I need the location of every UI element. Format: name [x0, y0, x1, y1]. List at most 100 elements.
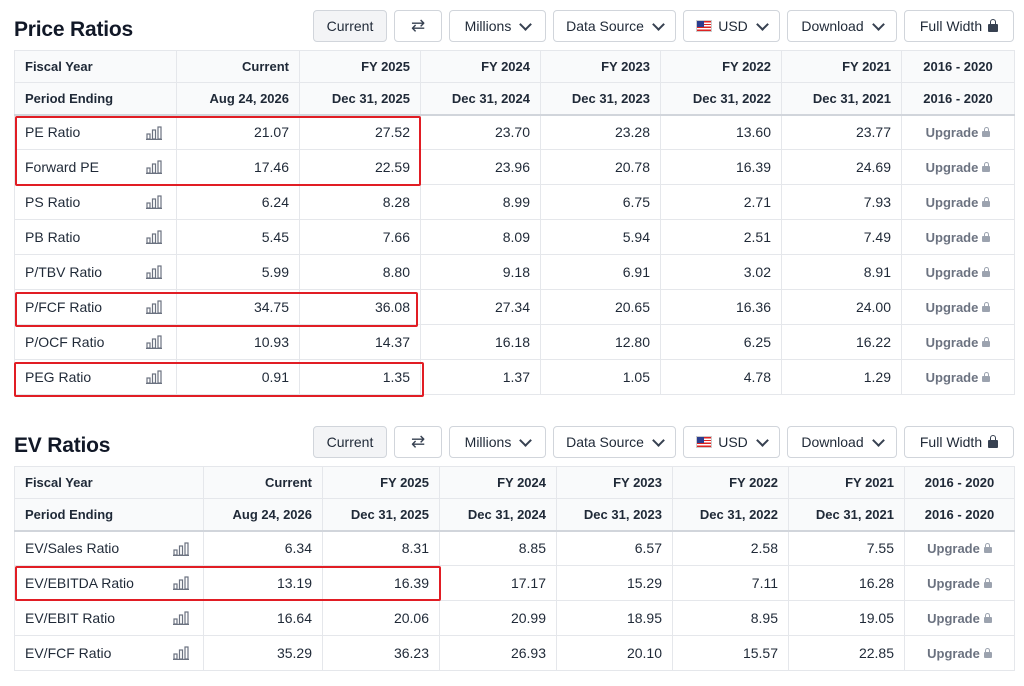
bar-chart-icon[interactable] [173, 646, 189, 660]
row-label: PS Ratio [25, 194, 81, 210]
bar-chart-icon[interactable] [146, 230, 162, 244]
value-cell: 16.22 [781, 324, 902, 360]
header-cell: Aug 24, 2026 [203, 498, 323, 532]
upgrade-link[interactable]: Upgrade [901, 254, 1015, 290]
value-cell: 23.96 [420, 149, 541, 185]
header-cell: Dec 31, 2024 [420, 82, 541, 116]
swap-button[interactable]: ⇄ [394, 10, 442, 42]
download-dropdown[interactable]: Download [787, 426, 897, 458]
row-label-cell: Forward PE [14, 149, 177, 185]
chevron-down-icon [871, 17, 885, 31]
bar-chart-icon[interactable] [173, 576, 189, 590]
value-cell: 6.24 [176, 184, 300, 220]
value-cell: 3.02 [660, 254, 782, 290]
currency-dropdown[interactable]: USD [683, 426, 780, 458]
row-label-cell: EV/FCF Ratio [14, 635, 204, 671]
upgrade-label: Upgrade [927, 611, 980, 627]
full-width-button[interactable]: Full Width [904, 10, 1014, 42]
upgrade-link[interactable]: Upgrade [901, 114, 1015, 150]
value-cell: 1.05 [540, 359, 661, 395]
header-cell: FY 2021 [788, 466, 905, 499]
download-label: Download [801, 434, 864, 450]
price-ratios-header: Price Ratios Current ⇄ Millions Data Sou… [14, 10, 1014, 48]
millions-dropdown[interactable]: Millions [449, 10, 546, 42]
bar-chart-icon[interactable] [146, 370, 162, 384]
lock-icon [982, 162, 991, 173]
upgrade-link[interactable]: Upgrade [901, 289, 1015, 325]
row-label-cell: EV/EBITDA Ratio [14, 565, 204, 601]
upgrade-label: Upgrade [925, 195, 979, 211]
value-cell: 13.19 [203, 565, 323, 601]
bar-chart-icon[interactable] [173, 541, 189, 556]
download-dropdown[interactable]: Download [787, 10, 897, 42]
value-cell: 16.36 [660, 289, 782, 325]
row-label-cell: P/TBV Ratio [14, 254, 177, 290]
value-cell: 13.60 [660, 114, 782, 150]
bar-chart-icon[interactable] [146, 195, 162, 209]
value-cell: 0.91 [176, 359, 300, 395]
data-source-label: Data Source [566, 434, 644, 450]
full-width-button[interactable]: Full Width [904, 426, 1014, 458]
bar-chart-icon[interactable] [173, 611, 189, 625]
bar-chart-icon[interactable] [146, 265, 162, 279]
value-cell: 34.75 [176, 289, 300, 325]
upgrade-label: Upgrade [925, 125, 979, 141]
header-cell: Dec 31, 2023 [556, 498, 673, 532]
header-cell: Dec 31, 2022 [672, 498, 789, 532]
bar-chart-icon[interactable] [146, 300, 162, 314]
data-source-dropdown[interactable]: Data Source [553, 426, 676, 458]
value-cell: 6.91 [540, 254, 661, 290]
header-cell: Dec 31, 2022 [660, 82, 782, 116]
value-cell: 20.10 [556, 635, 673, 671]
value-cell: 8.28 [299, 184, 421, 220]
value-cell: 1.37 [420, 359, 541, 395]
value-cell: 5.94 [540, 219, 661, 255]
swap-button[interactable]: ⇄ [394, 426, 442, 458]
value-cell: 7.93 [781, 184, 902, 220]
value-cell: 5.99 [176, 254, 300, 290]
value-cell: 24.69 [781, 149, 902, 185]
value-cell: 2.71 [660, 184, 782, 220]
upgrade-link[interactable]: Upgrade [904, 600, 1015, 636]
upgrade-link[interactable]: Upgrade [901, 219, 1015, 255]
value-cell: 4.78 [660, 359, 782, 395]
table-header-row: Period Ending Aug 24, 2026 Dec 31, 2025 … [14, 82, 1015, 116]
value-cell: 1.35 [299, 359, 421, 395]
lock-icon [983, 613, 992, 624]
current-button[interactable]: Current [313, 426, 387, 458]
swap-icon: ⇄ [410, 432, 426, 451]
table-header-row: Fiscal Year Current FY 2025 FY 2024 FY 2… [14, 466, 1015, 499]
current-button[interactable]: Current [313, 10, 387, 42]
page-title: Price Ratios [14, 18, 133, 41]
row-label: P/TBV Ratio [25, 264, 103, 280]
table-row: PE Ratio 21.07 27.52 23.70 23.28 13.60 23.77 Up… [14, 114, 1015, 150]
currency-dropdown[interactable]: USD [683, 10, 780, 42]
value-cell: 8.95 [672, 600, 789, 636]
upgrade-link[interactable]: Upgrade [904, 565, 1015, 601]
full-width-label: Full Width [919, 18, 983, 34]
bar-chart-icon[interactable] [146, 335, 162, 349]
value-cell: 16.28 [788, 565, 905, 601]
value-cell: 20.06 [322, 600, 440, 636]
value-cell: 22.85 [788, 635, 905, 671]
header-cell: FY 2022 [672, 466, 789, 499]
upgrade-link[interactable]: Upgrade [901, 359, 1015, 395]
bar-chart-icon[interactable] [146, 160, 162, 174]
upgrade-link[interactable]: Upgrade [901, 324, 1015, 360]
row-label-cell: PB Ratio [14, 219, 177, 255]
row-label: P/FCF Ratio [25, 299, 103, 315]
upgrade-link[interactable]: Upgrade [901, 149, 1015, 185]
lock-icon [982, 302, 991, 313]
full-width-label: Full Width [919, 434, 983, 450]
upgrade-link[interactable]: Upgrade [901, 184, 1015, 220]
bar-chart-icon[interactable] [146, 125, 162, 140]
row-label-cell: EV/EBIT Ratio [14, 600, 204, 636]
millions-label: Millions [464, 18, 512, 34]
millions-dropdown[interactable]: Millions [449, 426, 546, 458]
upgrade-label: Upgrade [927, 541, 980, 557]
upgrade-link[interactable]: Upgrade [904, 635, 1015, 671]
table-row: Forward PE 17.46 22.59 23.96 20.78 16.39 24.69… [14, 149, 1015, 185]
upgrade-link[interactable]: Upgrade [904, 530, 1015, 566]
data-source-dropdown[interactable]: Data Source [553, 10, 676, 42]
header-cell: Dec 31, 2023 [540, 82, 661, 116]
